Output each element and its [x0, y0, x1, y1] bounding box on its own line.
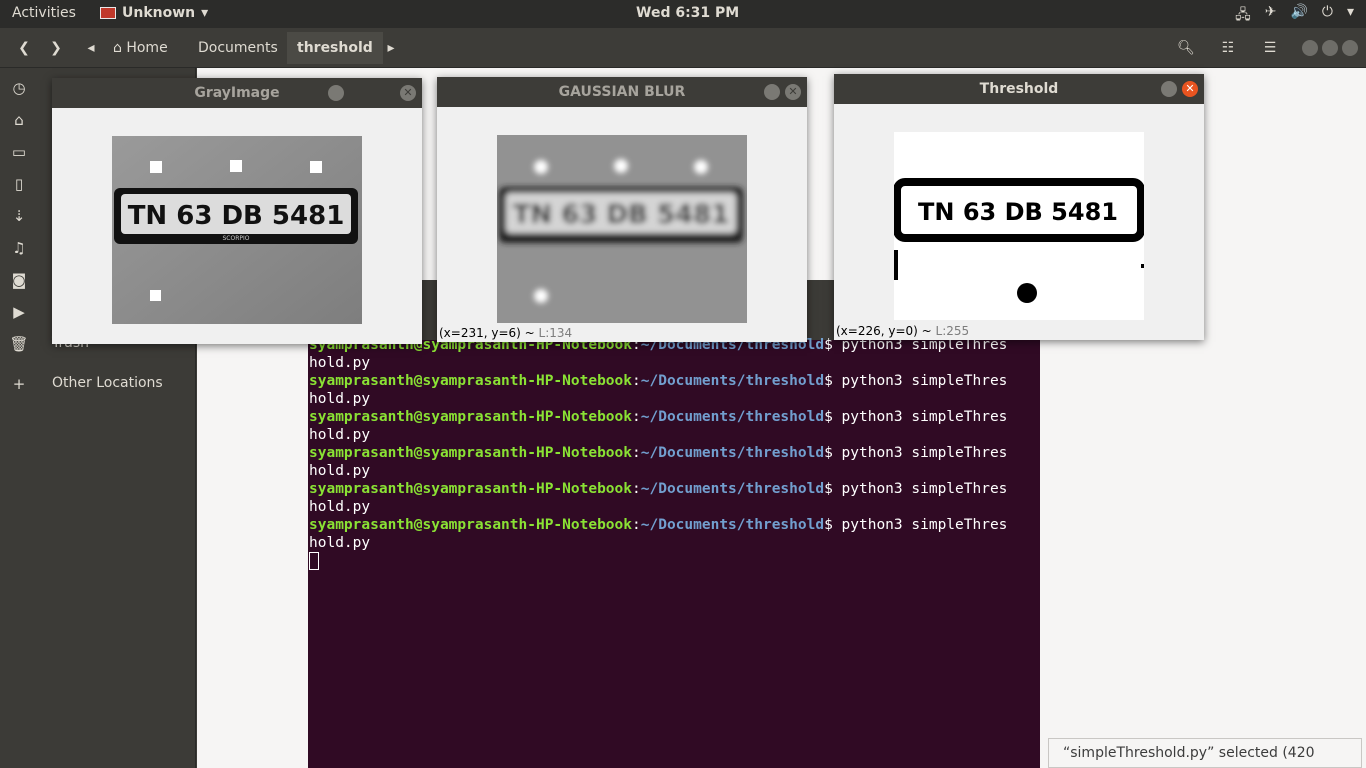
window-title: GAUSSIAN BLUR — [437, 77, 807, 107]
gaussian-blur-window[interactable]: GAUSSIAN BLUR ✕ TN 63 DB 5481 (x=231, y=… — [437, 77, 807, 342]
folder-icon[interactable]: ▭ — [9, 142, 29, 162]
blurred-plate-image: TN 63 DB 5481 — [497, 135, 747, 323]
window-title: GrayImage — [52, 78, 422, 108]
terminal-prompt-line: syamprasanth@syamprasanth-HP-Notebook:~/… — [309, 517, 1008, 533]
terminal-wrap-line: hold.py — [309, 463, 371, 479]
trash-icon[interactable]: 🗑︎ — [9, 334, 29, 354]
volume-icon: 🔊 — [1290, 4, 1308, 20]
minimize-button[interactable] — [1161, 81, 1177, 97]
selection-status: “simpleThreshold.py” selected (420 bytes… — [1048, 738, 1362, 768]
terminal-prompt-line: syamprasanth@syamprasanth-HP-Notebook:~/… — [309, 481, 1008, 497]
files-headerbar: ❮ ❯ ◂ ⌂ Home Documents threshold ▸ 🔍︎ ☷ … — [0, 28, 1366, 68]
menu-button[interactable]: ☰ — [1256, 35, 1284, 61]
path-right-arrow[interactable]: ▸ — [384, 35, 398, 61]
forward-button[interactable]: ❯ — [44, 35, 68, 61]
threshold-plate-image: TN 63 DB 5481 — [894, 132, 1144, 320]
path-left-arrow[interactable]: ◂ — [84, 35, 98, 61]
minimize-button[interactable] — [328, 85, 344, 101]
home-icon: ⌂ — [113, 40, 122, 56]
minimize-button[interactable] — [764, 84, 780, 100]
breadcrumb-documents[interactable]: Documents — [188, 32, 288, 64]
airplane-icon: ✈ — [1264, 4, 1277, 20]
cursor-readout: (x=231, y=6) ~ L:134 — [439, 326, 573, 340]
terminal-cursor — [309, 552, 319, 570]
back-button[interactable]: ❮ — [12, 35, 36, 61]
terminal-wrap-line: hold.py — [309, 355, 371, 371]
chevron-down-icon: ▾ — [1346, 4, 1354, 20]
camera-icon[interactable]: ◙ — [9, 270, 29, 290]
threshold-window[interactable]: Threshold ✕ TN 63 DB 5481 (x=226, y=0) ~… — [834, 74, 1204, 340]
app-name: Unknown — [122, 5, 196, 21]
close-button[interactable]: ✕ — [1182, 81, 1198, 97]
plate-brand: SCORPIO — [223, 235, 250, 242]
terminal-prompt-line: syamprasanth@syamprasanth-HP-Notebook:~/… — [309, 373, 1008, 389]
terminal-wrap-line: hold.py — [309, 499, 371, 515]
home-icon[interactable]: ⌂ — [9, 110, 29, 130]
places-icon-strip: ◷ ⌂ ▭ ▯ ⇣ ♫ ◙ ▶ 🗑︎ + — [0, 68, 38, 768]
app-icon — [100, 7, 116, 19]
music-icon[interactable]: ♫ — [9, 238, 29, 258]
terminal-prompt-line: syamprasanth@syamprasanth-HP-Notebook:~/… — [309, 409, 1008, 425]
app-menu[interactable]: Unknown ▾ — [100, 5, 208, 21]
video-icon[interactable]: ▶ — [9, 302, 29, 322]
breadcrumb-threshold[interactable]: threshold — [287, 32, 383, 64]
document-icon[interactable]: ▯ — [9, 174, 29, 194]
close-button[interactable]: ✕ — [785, 84, 801, 100]
top-bar: Activities Unknown ▾ Wed 6:31 PM 🖧 ✈ 🔊 ⏻… — [0, 0, 1366, 28]
terminal-output: syamprasanth@syamprasanth-HP-Notebook:~/… — [309, 336, 1007, 570]
terminal-wrap-line: hold.py — [309, 427, 371, 443]
terminal-prompt-line: syamprasanth@syamprasanth-HP-Notebook:~/… — [309, 445, 1008, 461]
system-tray[interactable]: 🖧 ✈ 🔊 ⏻ ▾ — [1235, 4, 1354, 28]
plate-text: TN 63 DB 5481 — [128, 201, 345, 231]
download-icon[interactable]: ⇣ — [9, 206, 29, 226]
plate-text: TN 63 DB 5481 — [513, 200, 730, 230]
power-icon: ⏻ — [1321, 4, 1333, 20]
plus-icon[interactable]: + — [9, 374, 29, 394]
clock[interactable]: Wed 6:31 PM — [636, 5, 739, 21]
plate-text: TN 63 DB 5481 — [918, 198, 1118, 226]
search-button[interactable]: 🔍︎ — [1172, 35, 1200, 61]
close-button[interactable] — [1342, 40, 1358, 56]
activities-button[interactable]: Activities — [12, 5, 76, 21]
grayimage-window[interactable]: GrayImage ✕ TN 63 DB 5481 SCORPIO — [52, 78, 422, 344]
terminal-wrap-line: hold.py — [309, 391, 371, 407]
view-options-button[interactable]: ☷ — [1214, 35, 1242, 61]
sidebar-item-other-locations[interactable]: Other Locations — [52, 375, 163, 391]
maximize-button[interactable] — [1322, 40, 1338, 56]
window-title: Threshold — [834, 74, 1204, 104]
grayscale-plate-image: TN 63 DB 5481 SCORPIO — [112, 136, 362, 324]
recent-icon[interactable]: ◷ — [9, 78, 29, 98]
terminal-wrap-line: hold.py — [309, 535, 371, 551]
terminal-window[interactable]: syamprasanth@syamprasanth-HP-Notebook:~/… — [308, 280, 1040, 768]
breadcrumb-home[interactable]: ⌂ Home — [103, 32, 178, 64]
cursor-readout: (x=226, y=0) ~ L:255 — [836, 324, 970, 338]
network-icon: 🖧 — [1235, 7, 1251, 23]
minimize-button[interactable] — [1302, 40, 1318, 56]
close-button[interactable]: ✕ — [400, 85, 416, 101]
chevron-down-icon: ▾ — [201, 5, 209, 21]
